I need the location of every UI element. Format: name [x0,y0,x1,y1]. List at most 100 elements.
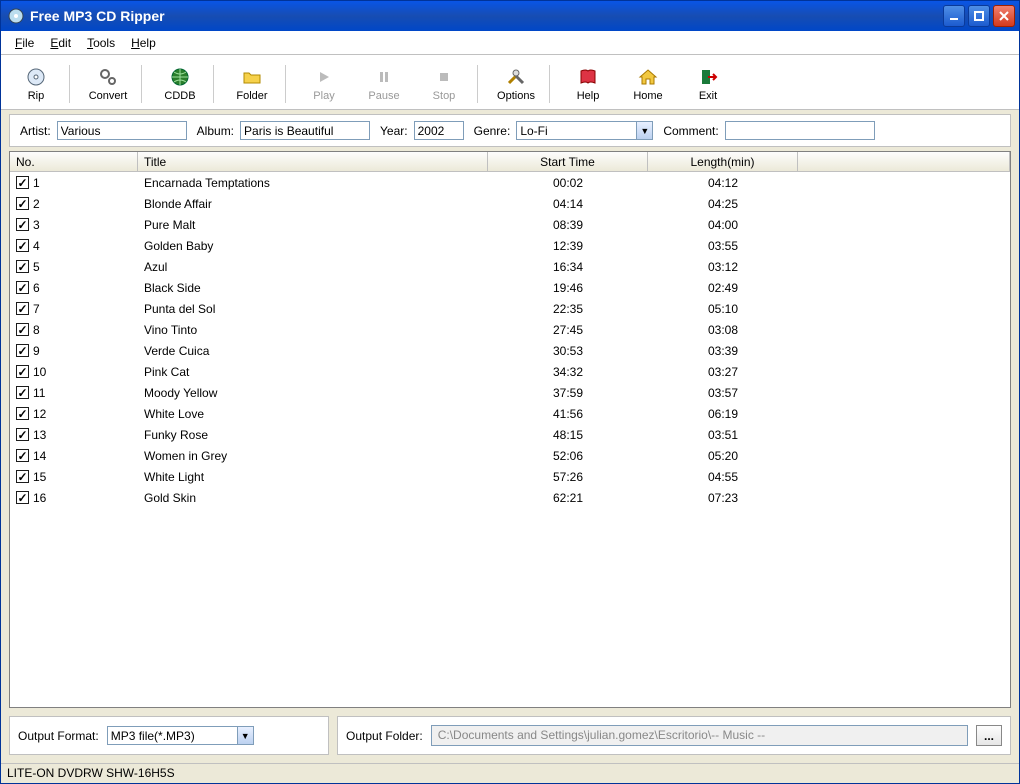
track-length: 07:23 [648,491,798,505]
track-title: Gold Skin [138,491,488,505]
track-no: 8 [33,323,40,337]
checkbox[interactable]: ✓ [16,197,29,210]
table-row[interactable]: ✓1Encarnada Temptations00:0204:12 [10,172,1010,193]
col-start[interactable]: Start Time [488,152,648,171]
track-start: 12:39 [488,239,648,253]
track-length: 06:19 [648,407,798,421]
checkbox[interactable]: ✓ [16,239,29,252]
year-input[interactable] [414,121,464,140]
help-button[interactable]: Help [559,61,617,107]
album-input[interactable] [240,121,370,140]
col-length[interactable]: Length(min) [648,152,798,171]
track-no: 10 [33,365,46,379]
genre-combo[interactable]: ▼ [516,121,653,140]
menu-edit[interactable]: Edit [42,34,79,52]
table-row[interactable]: ✓15White Light57:2604:55 [10,466,1010,487]
track-no: 6 [33,281,40,295]
exit-button[interactable]: Exit [679,61,737,107]
stop-button[interactable]: Stop [415,61,473,107]
track-start: 27:45 [488,323,648,337]
cddb-button[interactable]: CDDB [151,61,209,107]
track-length: 05:10 [648,302,798,316]
checkbox[interactable]: ✓ [16,365,29,378]
chevron-down-icon[interactable]: ▼ [636,121,653,140]
exit-icon [697,66,719,88]
home-icon [637,66,659,88]
rip-button[interactable]: Rip [7,61,65,107]
track-length: 02:49 [648,281,798,295]
table-row[interactable]: ✓11Moody Yellow37:5903:57 [10,382,1010,403]
checkbox[interactable]: ✓ [16,302,29,315]
checkbox[interactable]: ✓ [16,428,29,441]
col-no[interactable]: No. [10,152,138,171]
maximize-button[interactable] [968,5,990,27]
checkbox[interactable]: ✓ [16,344,29,357]
home-button[interactable]: Home [619,61,677,107]
table-row[interactable]: ✓13Funky Rose48:1503:51 [10,424,1010,445]
table-row[interactable]: ✓14Women in Grey52:0605:20 [10,445,1010,466]
track-length: 04:12 [648,176,798,190]
convert-button[interactable]: Convert [79,61,137,107]
track-length: 03:39 [648,344,798,358]
genre-input[interactable] [516,121,636,140]
play-icon [313,66,335,88]
checkbox[interactable]: ✓ [16,491,29,504]
checkbox[interactable]: ✓ [16,281,29,294]
checkbox[interactable]: ✓ [16,386,29,399]
checkbox[interactable]: ✓ [16,176,29,189]
table-row[interactable]: ✓9Verde Cuica30:5303:39 [10,340,1010,361]
close-button[interactable] [993,5,1015,27]
track-title: Pink Cat [138,365,488,379]
table-row[interactable]: ✓5Azul16:3403:12 [10,256,1010,277]
table-row[interactable]: ✓16Gold Skin62:2107:23 [10,487,1010,508]
table-row[interactable]: ✓10Pink Cat34:3203:27 [10,361,1010,382]
track-start: 62:21 [488,491,648,505]
track-length: 03:57 [648,386,798,400]
minimize-button[interactable] [943,5,965,27]
track-length: 03:55 [648,239,798,253]
output-format-combo[interactable]: ▼ [107,726,254,745]
menu-help[interactable]: Help [123,34,164,52]
checkbox[interactable]: ✓ [16,323,29,336]
track-no: 13 [33,428,46,442]
track-no: 15 [33,470,46,484]
list-body[interactable]: ✓1Encarnada Temptations00:0204:12✓2Blond… [10,172,1010,707]
folder-button[interactable]: Folder [223,61,281,107]
output-format-input[interactable] [107,726,237,745]
table-row[interactable]: ✓4Golden Baby12:3903:55 [10,235,1010,256]
col-title[interactable]: Title [138,152,488,171]
browse-button[interactable]: ... [976,725,1002,746]
table-row[interactable]: ✓3Pure Malt08:3904:00 [10,214,1010,235]
play-button[interactable]: Play [295,61,353,107]
artist-label: Artist: [20,124,51,138]
album-label: Album: [197,124,234,138]
track-start: 34:32 [488,365,648,379]
comment-input[interactable] [725,121,875,140]
menu-file[interactable]: File [7,34,42,52]
track-start: 08:39 [488,218,648,232]
output-format-panel: Output Format: ▼ [9,716,329,755]
options-button[interactable]: Options [487,61,545,107]
track-title: Verde Cuica [138,344,488,358]
checkbox[interactable]: ✓ [16,218,29,231]
titlebar[interactable]: Free MP3 CD Ripper [1,1,1019,31]
col-pad [798,152,1010,171]
track-start: 37:59 [488,386,648,400]
checkbox[interactable]: ✓ [16,407,29,420]
checkbox[interactable]: ✓ [16,449,29,462]
table-row[interactable]: ✓12White Love41:5606:19 [10,403,1010,424]
table-row[interactable]: ✓7Punta del Sol22:3505:10 [10,298,1010,319]
table-row[interactable]: ✓8Vino Tinto27:4503:08 [10,319,1010,340]
artist-input[interactable] [57,121,187,140]
bottom-panels: Output Format: ▼ Output Folder: C:\Docum… [9,716,1011,755]
menu-tools[interactable]: Tools [79,34,123,52]
checkbox[interactable]: ✓ [16,260,29,273]
pause-button[interactable]: Pause [355,61,413,107]
checkbox[interactable]: ✓ [16,470,29,483]
table-row[interactable]: ✓2Blonde Affair04:1404:25 [10,193,1010,214]
chevron-down-icon[interactable]: ▼ [237,726,254,745]
track-list: No. Title Start Time Length(min) ✓1Encar… [9,151,1011,708]
track-start: 04:14 [488,197,648,211]
track-start: 57:26 [488,470,648,484]
table-row[interactable]: ✓6Black Side19:4602:49 [10,277,1010,298]
